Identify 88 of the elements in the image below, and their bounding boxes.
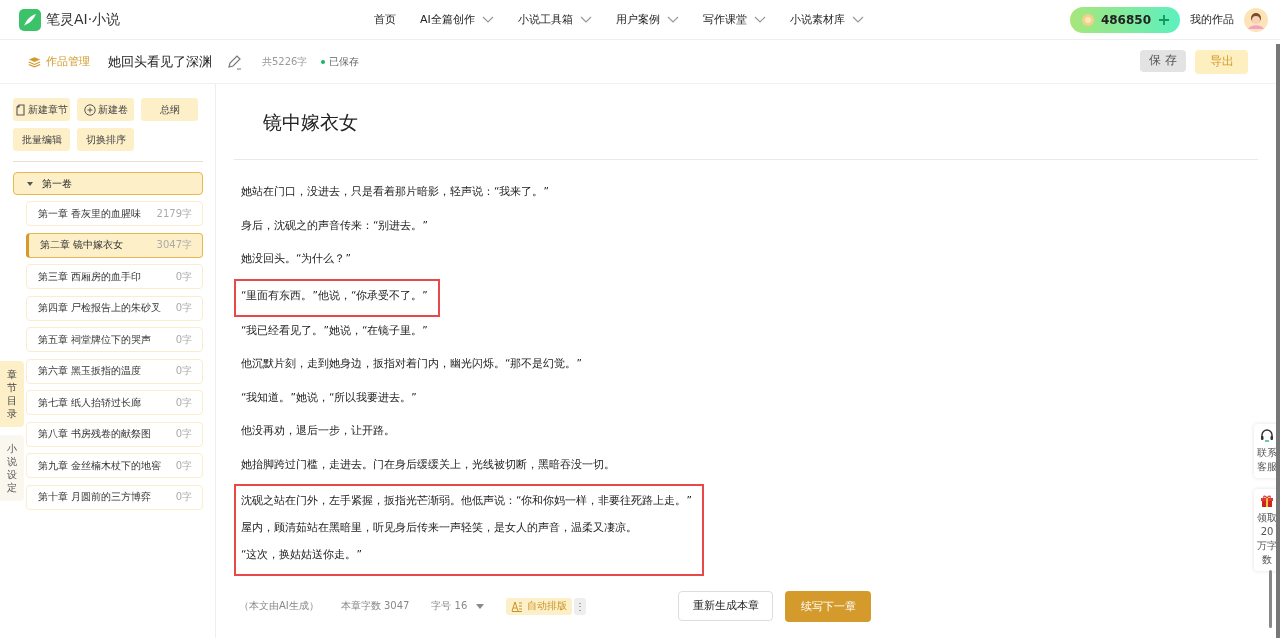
plus-icon xyxy=(1158,13,1170,26)
word-count: 共5226字 xyxy=(262,54,308,69)
more-button[interactable]: ⋮ xyxy=(574,597,587,615)
save-status: 已保存 xyxy=(329,54,360,69)
caret-down-icon xyxy=(476,603,485,609)
chapter-item[interactable]: 第二章 镜中嫁衣女 3047字 xyxy=(26,232,203,258)
regenerate-button[interactable]: 重新生成本章 xyxy=(678,590,774,621)
volume-header[interactable]: 第一卷 xyxy=(13,172,203,195)
chapter-word-count: 本章字数 3047 xyxy=(340,599,410,614)
nav-link[interactable]: 小说素材库 xyxy=(789,12,864,27)
my-works-link[interactable]: 我的作品 xyxy=(1190,12,1234,27)
nav-link[interactable]: 首页 xyxy=(374,12,396,27)
book-title: 她回头看见了深渊 xyxy=(108,52,212,71)
paragraph: 他没再劝，退后一步，让开路。 xyxy=(241,423,396,439)
paragraph: “我已经看见了。”她说，“在镜子里。” xyxy=(241,323,429,338)
brand-name[interactable]: 笔灵AI·小说 xyxy=(46,10,121,29)
paragraph: “这次，换姑姑送你走。” xyxy=(241,547,363,563)
chapter-title: 第十章 月圆前的三方博弈 xyxy=(38,490,153,504)
coin-icon xyxy=(1081,13,1094,26)
sidebar-action-button[interactable]: 总纲 xyxy=(141,98,198,121)
volume-title: 第一卷 xyxy=(42,176,72,191)
font-size-select[interactable]: 字号 16 xyxy=(431,599,485,614)
credits-button[interactable]: 486850 xyxy=(1069,6,1180,33)
paragraph: 她抬脚跨过门槛，走进去。门在身后缓缓关上，光线被切断，黑暗吞没一切。 xyxy=(241,457,615,472)
text-format-icon xyxy=(511,600,524,613)
chapter-word-count: 0字 xyxy=(175,269,192,284)
paragraph: 她站在门口，没进去，只是看着那片暗影，轻声说：“我来了。” xyxy=(241,184,549,200)
paragraph: 她没回头。“为什么？” xyxy=(241,251,352,267)
chapter-item[interactable]: 第十章 月圆前的三方博弈 0字 xyxy=(26,484,203,510)
floating-card-label: 领取20万字数 xyxy=(1257,511,1277,567)
chapter-word-count: 0字 xyxy=(175,458,192,473)
chapter-title: 第七章 纸人抬轿过长廊 xyxy=(38,395,143,410)
layers-icon xyxy=(28,54,41,69)
gift-icon xyxy=(1260,494,1274,508)
sidebar-action-button[interactable]: 批量编辑 xyxy=(13,128,70,151)
edit-icon xyxy=(226,53,242,70)
save-button[interactable]: 保 存 xyxy=(1140,49,1186,72)
paragraph: “我知道。”她说，“所以我要进去。” xyxy=(241,390,418,405)
chapter-title: 第五章 祠堂牌位下的哭声 xyxy=(38,332,153,347)
paragraph: 沈砚之站在门外，左手紧握，扳指光芒渐弱。他低声说：“你和你妈一样，非要往死路上走。” xyxy=(241,493,692,509)
side-tab[interactable]: 章节目录 xyxy=(0,361,24,427)
chapter-item[interactable]: 第五章 祠堂牌位下的哭声 0字 xyxy=(26,327,203,352)
status-dot xyxy=(321,59,326,64)
chapter-title: 第二章 镜中嫁衣女 xyxy=(40,238,125,252)
nav-link[interactable]: 小说工具箱 xyxy=(517,12,592,27)
sidebar-action-button[interactable]: 新建卷 xyxy=(77,98,134,121)
chapter-item[interactable]: 第一章 香灰里的血腥味 2179字 xyxy=(26,201,203,226)
side-tab[interactable]: 小说设定 xyxy=(0,435,24,501)
nav-link[interactable]: AI全篇创作 xyxy=(420,12,494,27)
nav-link[interactable]: 用户案例 xyxy=(615,12,679,27)
caret-down-icon xyxy=(26,180,34,187)
chapter-title: 第九章 金丝楠木杖下的地窖 xyxy=(38,458,163,473)
chapter-title: 第一章 香灰里的血腥味 xyxy=(38,206,143,221)
chapter-word-count: 0字 xyxy=(175,395,192,410)
chapter-item[interactable]: 第三章 西厢房的血手印 0字 xyxy=(26,264,203,289)
chapter-item[interactable]: 第六章 黑玉扳指的温度 0字 xyxy=(26,358,203,384)
chapter-word-count: 0字 xyxy=(175,301,192,315)
paragraph: 屋内，顾清茹站在黑暗里，听见身后传来一声轻笑，是女人的声音，温柔又凄凉。 xyxy=(241,520,638,536)
chapter-word-count: 0字 xyxy=(175,490,192,504)
avatar xyxy=(1244,7,1268,32)
chapter-item[interactable]: 第八章 书房残卷的献祭图 0字 xyxy=(26,421,203,447)
paragraph: 身后，沈砚之的声音传来：“别进去。” xyxy=(241,218,429,233)
chapter-title: 第三章 西厢房的血手印 xyxy=(38,269,143,284)
nav-link[interactable]: 写作课堂 xyxy=(702,12,766,27)
chapter-title: 第六章 黑玉扳指的温度 xyxy=(38,364,143,378)
add-circle-icon xyxy=(83,103,96,116)
scrollbar-thumb xyxy=(1269,570,1272,628)
document-icon xyxy=(15,103,26,116)
chapter-title: 第八章 书房残卷的献祭图 xyxy=(38,427,153,441)
chapter-item[interactable]: 第九章 金丝楠木杖下的地窖 0字 xyxy=(26,453,203,478)
logo-icon xyxy=(19,8,41,31)
chapter-item[interactable]: 第七章 纸人抬轿过长廊 0字 xyxy=(26,390,203,415)
headset-icon xyxy=(1260,429,1274,443)
paragraph: 他沉默片刻，走到她身边，扳指对着门内，幽光闪烁。“那不是幻觉。” xyxy=(241,356,583,372)
chapter-word-count: 3047字 xyxy=(156,238,192,252)
credit-count: 486850 xyxy=(1100,12,1151,27)
paragraph: “里面有东西。”他说，“你承受不了。” xyxy=(241,288,428,303)
chapter-word-count: 0字 xyxy=(175,332,192,347)
floating-card-label: 联系客服 xyxy=(1257,446,1277,474)
sidebar-action-button[interactable]: 切换排序 xyxy=(77,128,134,151)
sidebar-action-button[interactable]: 新建章节 xyxy=(13,98,70,121)
chapter-word-count: 0字 xyxy=(175,364,192,378)
chapter-item[interactable]: 第四章 尸检报告上的朱砂叉 0字 xyxy=(26,295,203,321)
chapter-title: 第四章 尸检报告上的朱砂叉 xyxy=(38,301,163,315)
chapter-title-heading: 镜中嫁衣女 xyxy=(262,110,359,135)
chapter-word-count: 0字 xyxy=(175,427,192,441)
ai-note: （本文由AI生成） xyxy=(239,599,319,614)
chapter-word-count: 2179字 xyxy=(156,206,192,221)
